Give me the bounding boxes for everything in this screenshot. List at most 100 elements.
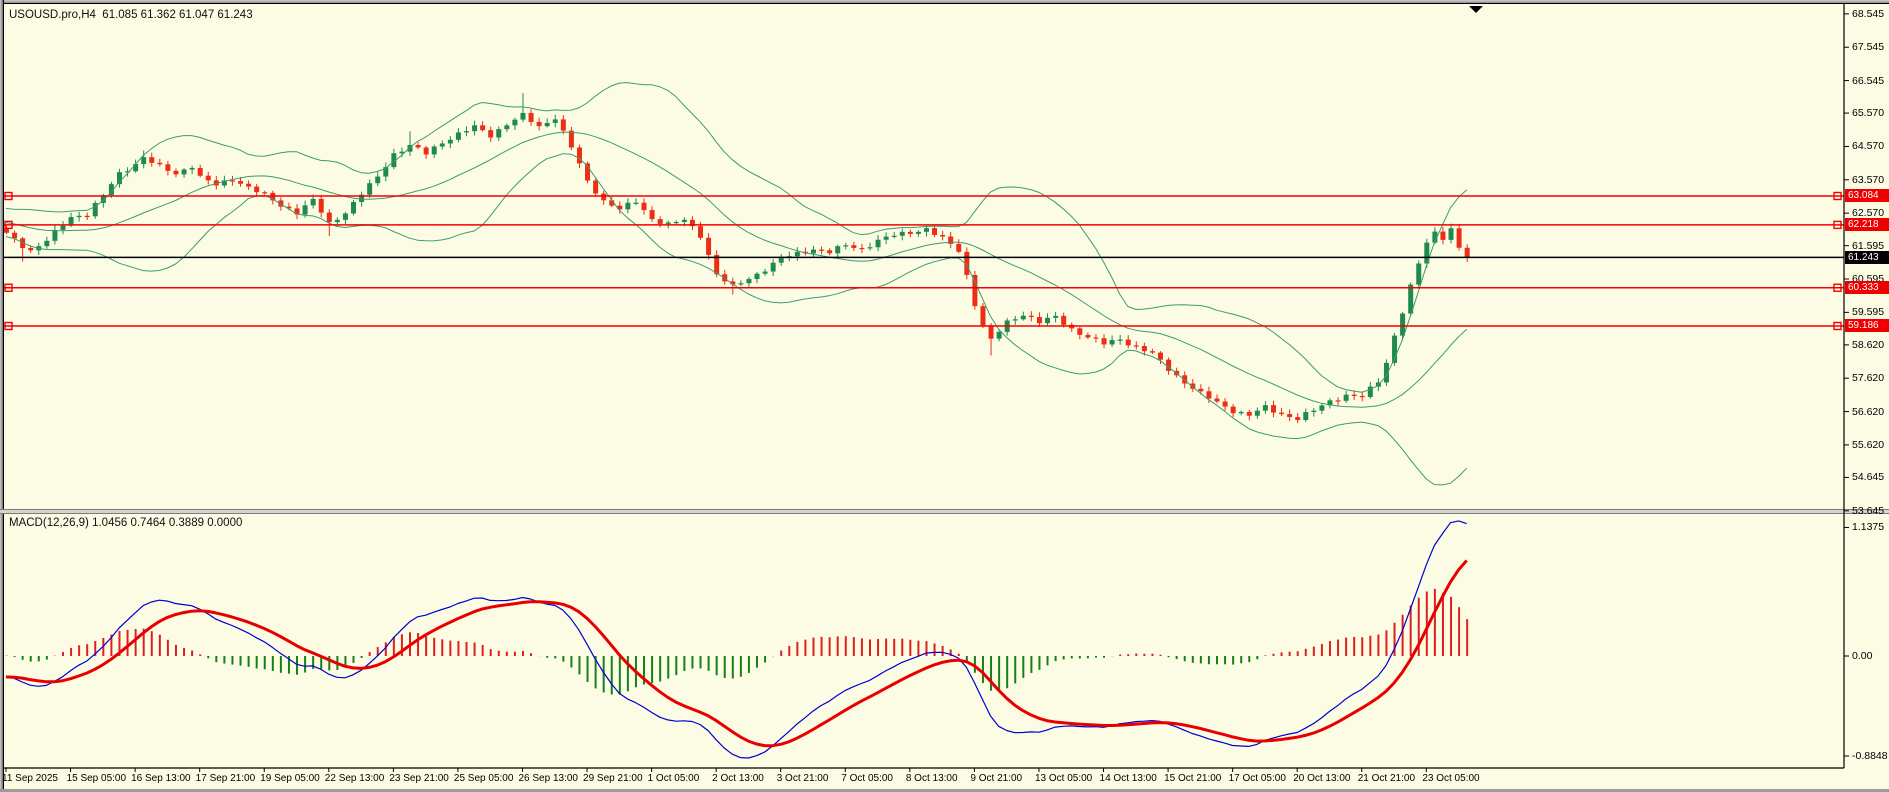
price-axis-label: 55.620 — [1852, 439, 1884, 451]
bollinger-middle-band — [6, 132, 1467, 407]
price-axis-label: 53.645 — [1852, 505, 1884, 517]
time-axis-label: 22 Sep 13:00 — [325, 773, 385, 784]
candle-body — [343, 213, 348, 219]
candle-body — [666, 222, 671, 223]
candle-body — [940, 235, 945, 237]
candle-body — [908, 232, 913, 234]
candle-body — [1263, 405, 1268, 411]
price-axis-label: 68.545 — [1852, 8, 1884, 20]
candle-body — [859, 248, 864, 249]
candle-body — [1319, 405, 1324, 410]
candle-body — [835, 246, 840, 253]
candle-body — [682, 220, 687, 222]
candle-body — [157, 163, 162, 164]
candle-body — [1077, 328, 1082, 335]
candle-body — [496, 129, 501, 137]
candle-body — [488, 130, 493, 137]
candle-body — [650, 210, 655, 219]
candle-body — [1198, 389, 1203, 391]
candle-body — [989, 325, 994, 338]
candle-body — [867, 247, 872, 248]
candle-body — [746, 279, 751, 283]
candle-body — [779, 258, 784, 263]
candle-body — [173, 171, 178, 174]
time-axis-label: 15 Oct 21:00 — [1164, 773, 1221, 784]
time-axis-label: 29 Sep 21:00 — [583, 773, 643, 784]
candle-body — [1465, 248, 1470, 258]
candle-body — [206, 176, 211, 181]
price-axis-label: 56.620 — [1852, 406, 1884, 418]
time-axis-label: 13 Oct 05:00 — [1035, 773, 1092, 784]
candle-body — [1223, 401, 1228, 406]
candle-body — [1440, 232, 1445, 240]
candle-body — [1255, 411, 1260, 416]
candle-body — [335, 220, 340, 222]
candle-body — [448, 140, 453, 144]
candle-body — [1142, 346, 1147, 351]
candle-body — [85, 216, 90, 217]
candle-body — [843, 245, 848, 246]
candle-body — [246, 184, 251, 187]
time-axis-label: 1 Oct 05:00 — [648, 773, 700, 784]
time-axis-label: 21 Oct 21:00 — [1358, 773, 1415, 784]
candle-body — [44, 241, 49, 246]
candle-body — [1134, 345, 1139, 346]
candle-body — [1311, 411, 1316, 412]
candle-body — [795, 252, 800, 256]
candle-body — [633, 203, 638, 204]
price-axis-label: 62.570 — [1852, 207, 1884, 219]
candle-body — [577, 147, 582, 163]
candle-body — [1336, 400, 1341, 401]
price-axis-label: 59.595 — [1852, 306, 1884, 318]
time-axis-label: 11 Sep 2025 — [2, 773, 58, 784]
price-axis-label: 63.570 — [1852, 174, 1884, 186]
candle-body — [520, 113, 525, 120]
candle-body — [569, 131, 574, 148]
macd-main-line — [6, 521, 1467, 758]
chart-canvas[interactable] — [0, 0, 1889, 792]
candle-body — [811, 250, 816, 254]
candle-body — [1457, 228, 1462, 247]
candle-body — [375, 177, 380, 184]
candle-body — [182, 170, 187, 175]
candle-body — [1013, 319, 1018, 320]
time-axis-label: 2 Oct 13:00 — [712, 773, 764, 784]
price-axis-label: 58.620 — [1852, 339, 1884, 351]
candle-body — [456, 132, 461, 139]
candle-body — [1344, 395, 1349, 401]
candle-body — [997, 332, 1002, 339]
candle-body — [900, 232, 905, 236]
candle-body — [819, 250, 824, 251]
candle-body — [1150, 351, 1155, 352]
time-axis-label: 15 Sep 05:00 — [67, 773, 127, 784]
candle-body — [932, 228, 937, 235]
candle-body — [198, 168, 203, 176]
time-axis-label: 8 Oct 13:00 — [906, 773, 958, 784]
candle-body — [367, 183, 372, 195]
candle-body — [1215, 399, 1220, 402]
candle-body — [738, 283, 743, 284]
current-price-tag: 61.243 — [1845, 251, 1889, 264]
candle-body — [327, 213, 332, 223]
candle-body — [545, 123, 550, 126]
candle-body — [319, 199, 324, 213]
candle-body — [1271, 405, 1276, 412]
candle-body — [1021, 316, 1026, 320]
macd-signal-line — [6, 561, 1467, 746]
macd-axis-label: 1.1375 — [1852, 521, 1884, 533]
time-axis-label: 3 Oct 21:00 — [777, 773, 829, 784]
level-price-tag: 59.186 — [1845, 319, 1889, 332]
candle-body — [1093, 337, 1098, 338]
time-axis-label: 25 Sep 05:00 — [454, 773, 514, 784]
candle-body — [512, 120, 517, 126]
candle-body — [77, 216, 82, 217]
candle-body — [12, 233, 17, 239]
time-axis-label: 14 Oct 13:00 — [1100, 773, 1157, 784]
candle-body — [553, 119, 558, 123]
candle-body — [706, 238, 711, 255]
candle-body — [416, 145, 421, 148]
time-axis-label: 20 Oct 13:00 — [1293, 773, 1350, 784]
chart-shift-marker[interactable] — [1469, 6, 1483, 13]
candle-body — [141, 157, 146, 164]
candle-body — [601, 194, 606, 201]
